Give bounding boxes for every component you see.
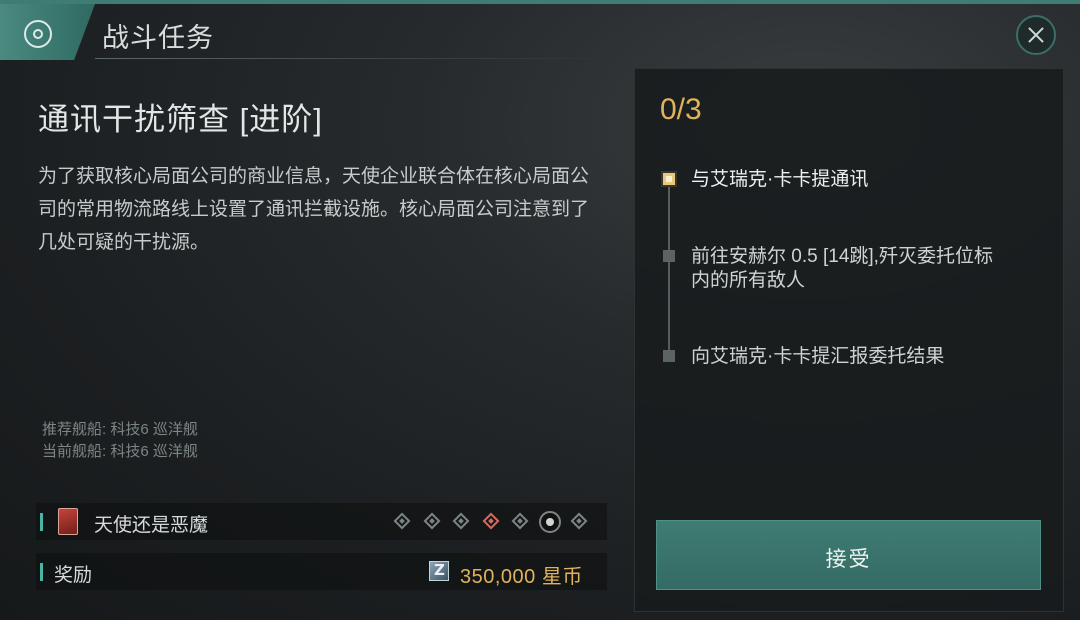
reward-bar: 奖励 350,000 星币 xyxy=(36,553,607,590)
reward-accent-mark xyxy=(40,563,43,581)
mission-title: 通讯干扰筛查 [进阶] xyxy=(38,102,323,137)
window-title: 战斗任务 xyxy=(102,23,214,53)
objective-node-3 xyxy=(663,350,675,362)
series-accent-mark xyxy=(40,513,43,531)
series-step-current-6 xyxy=(538,511,561,533)
reward-value: 350,000 xyxy=(460,566,536,588)
reward-currency: 星币 xyxy=(541,566,583,588)
objective-item-1: 与艾瑞克·卡卡提通讯 xyxy=(691,169,869,190)
coin-icon xyxy=(429,561,449,581)
series-step-5 xyxy=(511,512,529,530)
mission-series-bar[interactable]: 天使还是恶魔 xyxy=(36,503,607,540)
objective-progress: 0/3 xyxy=(660,93,702,126)
objective-item-3: 向艾瑞克·卡卡提汇报委托结果 xyxy=(691,346,945,367)
recommended-ship: 推荐舰船: 科技6 巡洋舰 xyxy=(42,421,198,438)
series-step-2 xyxy=(423,512,440,530)
accept-button-label: 接受 xyxy=(825,548,872,571)
reward-amount: 350,000 星币 xyxy=(460,560,583,589)
accept-button[interactable]: 接受 xyxy=(656,520,1041,590)
current-ship: 当前舰船: 科技6 巡洋舰 xyxy=(42,443,198,460)
series-step-4 xyxy=(482,512,499,530)
close-button[interactable] xyxy=(1016,15,1056,55)
objective-item-2: 前往安赫尔 0.5 [14跳],歼灭委托位标内的所有敌人 xyxy=(691,246,993,291)
mission-description: 为了获取核心局面公司的商业信息，天使企业联合体在核心局面公司的常用物流路线上设置… xyxy=(38,166,590,253)
series-name: 天使还是恶魔 xyxy=(94,515,209,536)
red-card-icon xyxy=(58,508,78,535)
header-divider xyxy=(95,58,615,59)
series-step-1 xyxy=(393,512,411,530)
reward-label: 奖励 xyxy=(54,565,93,586)
mission-target-icon xyxy=(24,20,52,48)
series-step-indicators xyxy=(393,510,596,534)
series-step-3 xyxy=(452,512,470,530)
objective-track-line xyxy=(668,185,670,355)
objective-node-1 xyxy=(663,173,675,185)
objective-node-2 xyxy=(663,250,675,262)
series-step-7 xyxy=(570,512,588,530)
